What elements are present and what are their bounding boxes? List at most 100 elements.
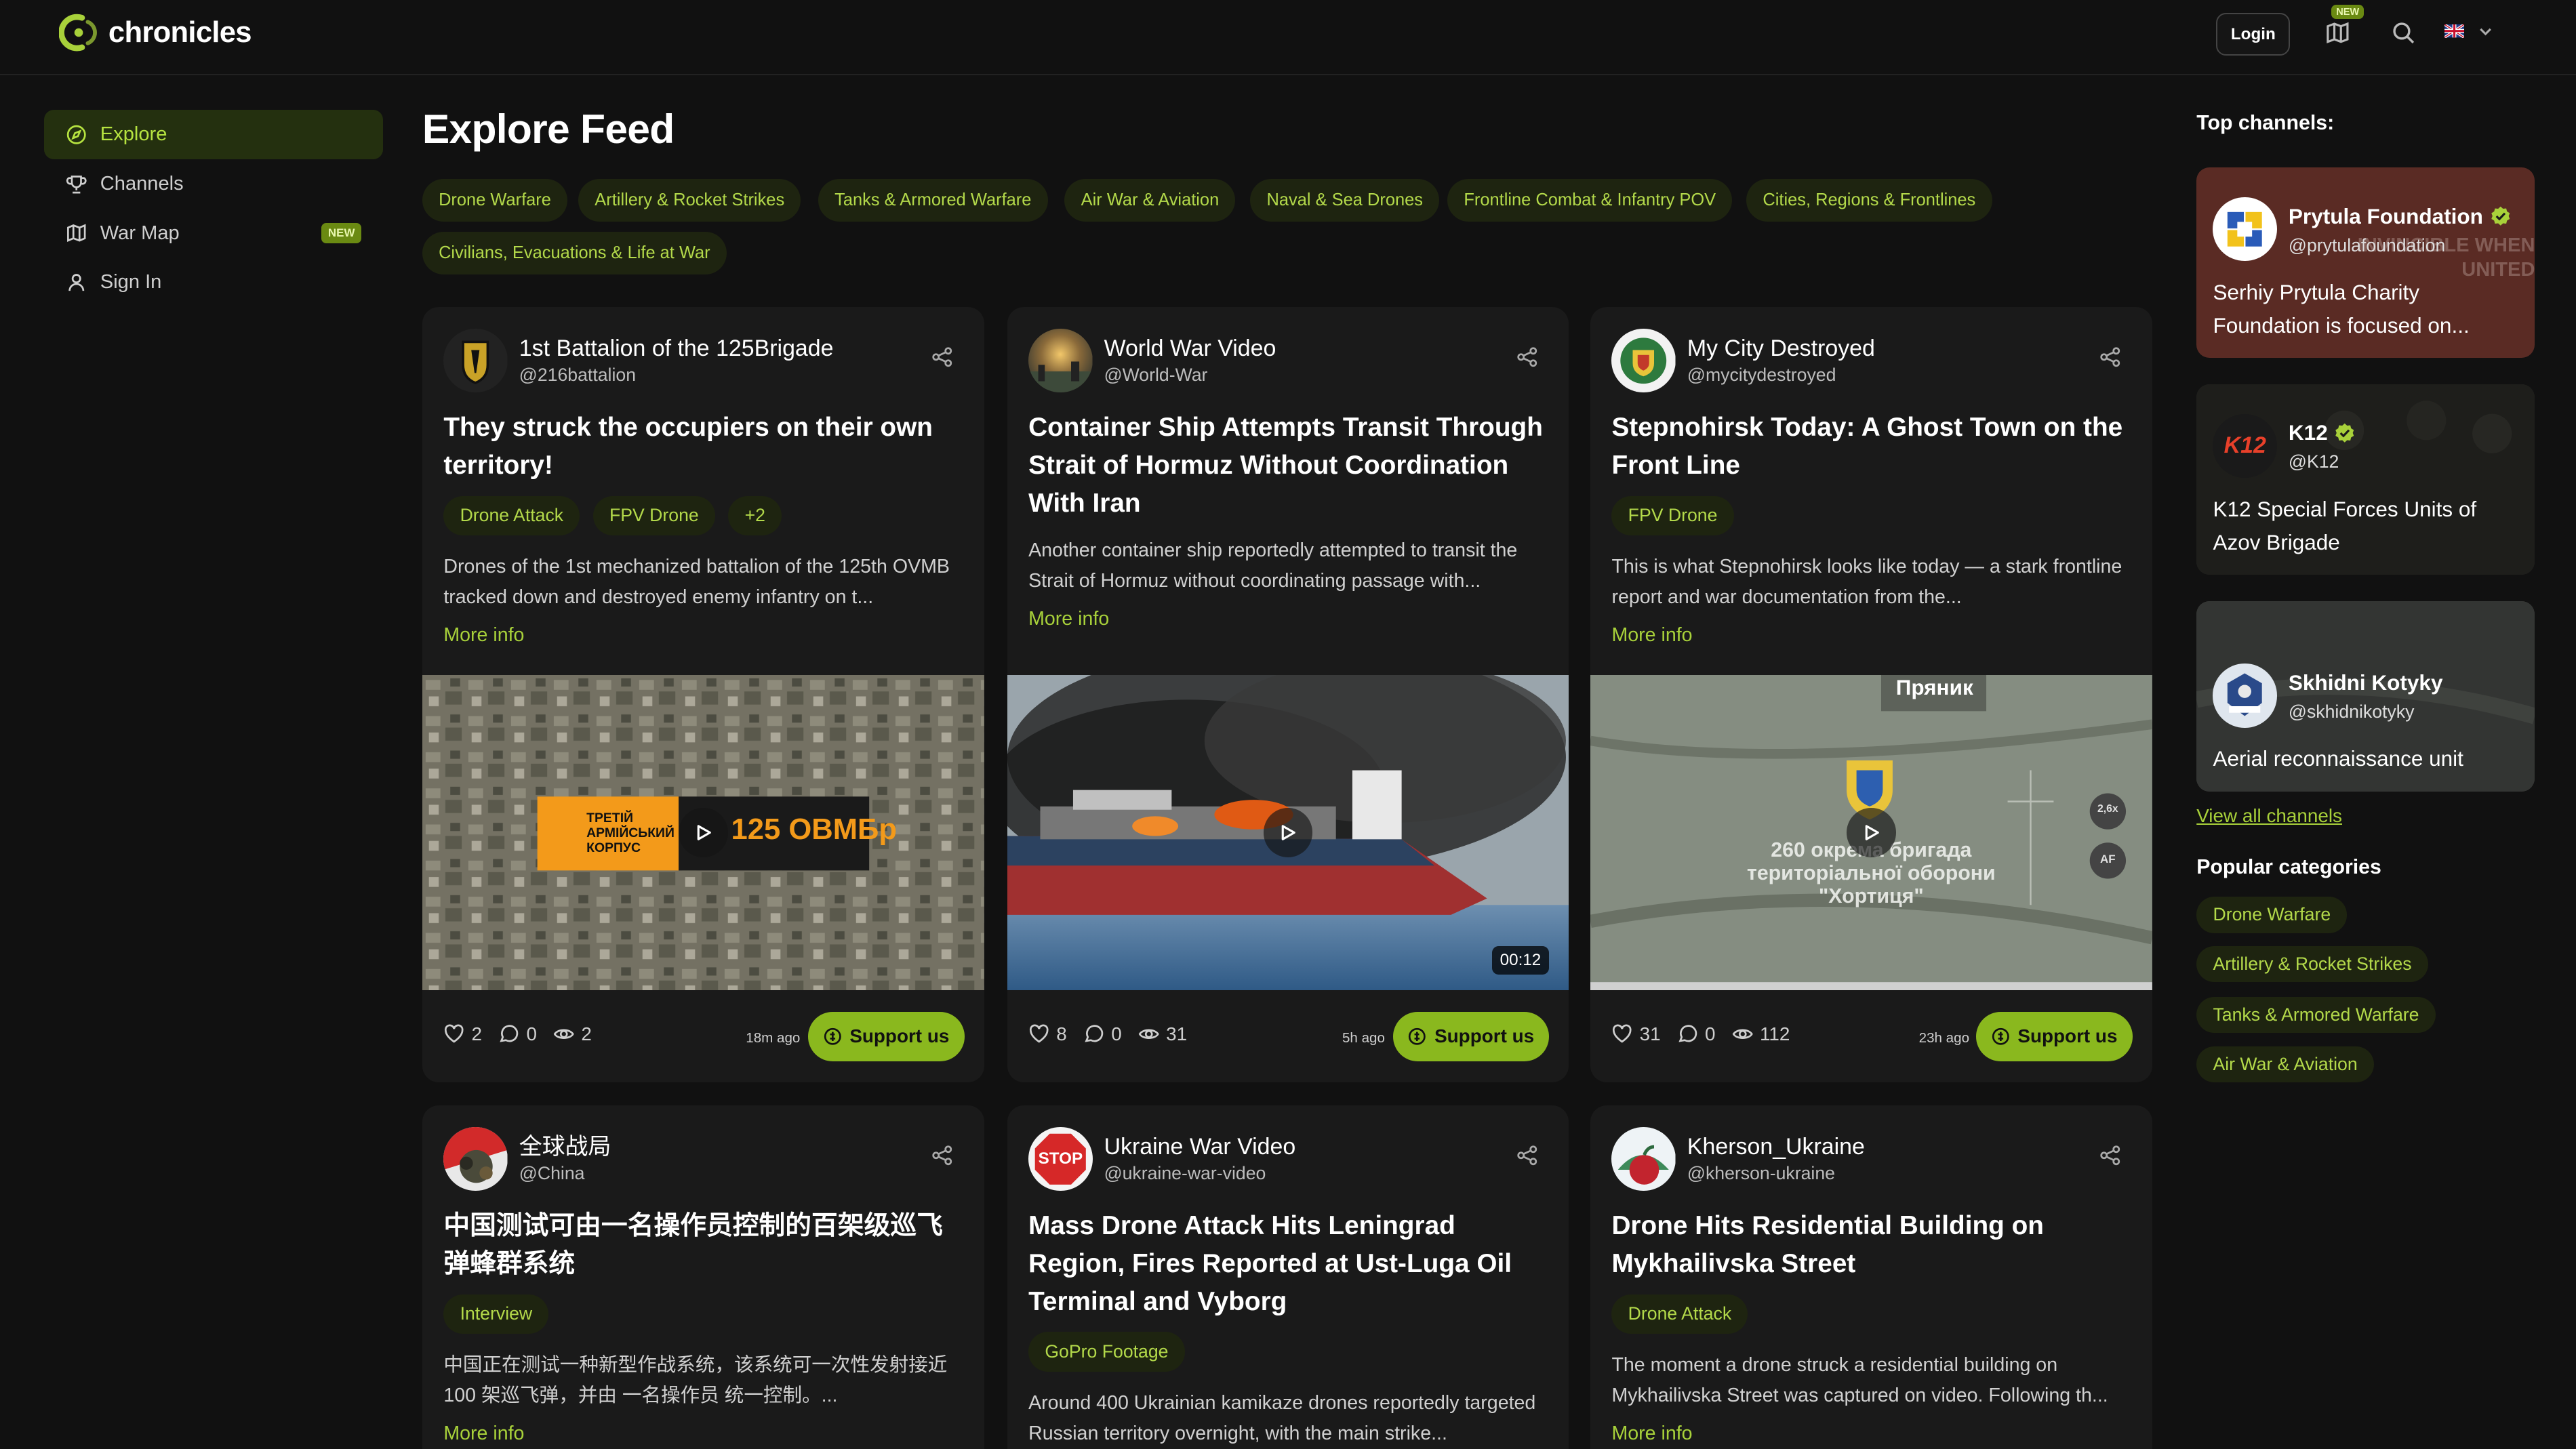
channel-avatar[interactable] [2213, 197, 2277, 262]
popular-category-chip[interactable]: Drone Warfare [2196, 897, 2348, 933]
sidebar-item-channels[interactable]: Channels [44, 159, 382, 209]
more-info-link[interactable]: More info [1611, 624, 1692, 647]
category-chip[interactable]: Civilians, Evacuations & Life at War [422, 231, 727, 274]
share-icon[interactable] [931, 346, 953, 368]
play-button[interactable] [1263, 808, 1313, 858]
top-channel-card[interactable]: Skhidni Kotyky @skhidnikotyky Aerial rec… [2196, 601, 2535, 792]
feed-card[interactable]: My City Destroyed @mycitydestroyed Stepn… [1590, 307, 2152, 1083]
card-channel[interactable]: 1st Battalion of the 125Brigade @216batt… [443, 328, 834, 393]
post-tag[interactable]: Interview [443, 1294, 549, 1334]
card-channel[interactable]: 全球战局 @China [443, 1126, 611, 1191]
feed-card[interactable]: Kherson_Ukraine @kherson-ukraine Drone H… [1590, 1105, 2152, 1449]
channel-name[interactable]: Prytula Foundation [2289, 204, 2511, 229]
feed-card[interactable]: STOP Ukraine War Video @ukraine-war-vide… [1007, 1105, 1569, 1449]
popular-category-chip[interactable]: Air War & Aviation [2196, 1046, 2374, 1083]
post-title[interactable]: 中国测试可由一名操作员控制的百架级巡飞弹蜂群系统 [443, 1207, 966, 1282]
channel-avatar[interactable] [1611, 1126, 1676, 1191]
share-icon[interactable] [2099, 1145, 2121, 1166]
share-icon[interactable] [1516, 1145, 1538, 1166]
post-tag[interactable]: FPV Drone [592, 495, 715, 536]
video-thumbnail[interactable]: 00:12 [1007, 675, 1569, 991]
channel-name[interactable]: K12 [2289, 420, 2356, 445]
channel-name[interactable]: 1st Battalion of the 125Brigade [519, 334, 834, 364]
category-chip[interactable]: Naval & Sea Drones [1250, 179, 1440, 222]
top-channel-card[interactable]: INVINCIBLE WHEN UNITED Prytula Foundatio… [2196, 167, 2535, 359]
category-chip[interactable]: Frontline Combat & Infantry POV [1447, 179, 1733, 222]
channel-handle: @China [519, 1162, 585, 1183]
card-channel[interactable]: STOP Ukraine War Video @ukraine-war-vide… [1028, 1126, 1296, 1191]
uk-flag-icon[interactable] [2444, 24, 2465, 38]
chronicles-logo-icon [59, 14, 98, 52]
channel-avatar[interactable] [443, 1126, 508, 1191]
channel-handle: @mycitydestroyed [1687, 364, 1836, 385]
channel-avatar[interactable]: STOP [1028, 1126, 1093, 1191]
comment-count[interactable]: 0 [498, 1023, 537, 1045]
feed-card[interactable]: 1st Battalion of the 125Brigade @216batt… [422, 307, 984, 1083]
login-button[interactable]: Login [2216, 13, 2291, 56]
play-button[interactable] [678, 808, 728, 858]
channel-name[interactable]: Skhidni Kotyky [2289, 670, 2443, 695]
post-tag[interactable]: Drone Attack [443, 495, 580, 536]
category-chip[interactable]: Drone Warfare [422, 179, 568, 222]
post-tag-more[interactable]: +2 [728, 495, 782, 536]
channel-description: Serhiy Prytula Charity Foundation is foc… [2213, 280, 2470, 338]
card-channel[interactable]: My City Destroyed @mycitydestroyed [1611, 328, 1875, 393]
post-tag[interactable]: GoPro Footage [1028, 1332, 1185, 1372]
sidebar-item-explore[interactable]: Explore [44, 110, 383, 160]
feed-card[interactable]: 全球战局 @China 中国测试可由一名操作员控制的百架级巡飞弹蜂群系统 Int… [422, 1105, 984, 1449]
play-button[interactable] [1847, 808, 1896, 858]
like-count[interactable]: 2 [443, 1023, 482, 1045]
video-thumbnail[interactable]: ТРЕТІЙ АРМІЙСЬКИЙ КОРПУС 125 ОВМБр [422, 675, 984, 991]
category-chip[interactable]: Artillery & Rocket Strikes [578, 179, 801, 222]
top-channel-card[interactable]: K12 K12 @K12 K12 Special Forces Units of… [2196, 384, 2535, 575]
post-title[interactable]: Mass Drone Attack Hits Leningrad Region,… [1028, 1207, 1551, 1320]
comment-count[interactable]: 0 [1677, 1023, 1716, 1045]
search-icon[interactable] [2390, 20, 2417, 46]
channel-avatar[interactable]: K12 [2213, 413, 2277, 478]
post-tag[interactable]: FPV Drone [1611, 495, 1734, 536]
category-chip[interactable]: Air War & Aviation [1064, 179, 1236, 222]
card-channel[interactable]: World War Video @World-War [1028, 328, 1276, 393]
comment-count[interactable]: 0 [1083, 1023, 1122, 1045]
channel-name[interactable]: 全球战局 [519, 1132, 611, 1162]
category-chip[interactable]: Cities, Regions & Frontlines [1746, 179, 1992, 222]
video-thumbnail[interactable]: Пряник 260 окрема бригада територіальної… [1590, 675, 2152, 991]
channel-name[interactable]: My City Destroyed [1687, 334, 1875, 364]
post-title[interactable]: They struck the occupiers on their own t… [443, 409, 966, 484]
brand-name: chronicles [108, 16, 252, 49]
channel-avatar[interactable] [2213, 664, 2277, 728]
channel-avatar[interactable] [1611, 328, 1676, 393]
category-chip[interactable]: Tanks & Armored Warfare [818, 179, 1048, 222]
more-info-link[interactable]: More info [443, 624, 524, 647]
more-info-link[interactable]: More info [1028, 608, 1109, 630]
share-icon[interactable] [2099, 346, 2121, 368]
brand-logo[interactable]: chronicles [59, 13, 252, 52]
support-button[interactable]: Support us [808, 1011, 965, 1061]
popular-category-chip[interactable]: Artillery & Rocket Strikes [2196, 945, 2428, 983]
like-count[interactable]: 31 [1611, 1023, 1661, 1045]
support-button[interactable]: Support us [1976, 1011, 2133, 1061]
post-tag[interactable]: Drone Attack [1611, 1294, 1748, 1334]
like-count[interactable]: 8 [1028, 1023, 1067, 1045]
post-title[interactable]: Stepnohirsk Today: A Ghost Town on the F… [1611, 409, 2134, 484]
card-channel[interactable]: Kherson_Ukraine @kherson-ukraine [1611, 1126, 1865, 1191]
map-icon[interactable] [2325, 20, 2351, 46]
share-icon[interactable] [931, 1145, 953, 1166]
sidebar-item-war-map[interactable]: War Map NEW [44, 209, 382, 258]
share-icon[interactable] [1516, 346, 1538, 368]
channel-name[interactable]: World War Video [1104, 334, 1276, 364]
post-title[interactable]: Drone Hits Residential Building on Mykha… [1611, 1207, 2134, 1282]
channel-avatar[interactable] [1028, 328, 1093, 393]
feed-card[interactable]: World War Video @World-War Container Shi… [1007, 307, 1569, 1083]
post-title[interactable]: Container Ship Attempts Transit Through … [1028, 409, 1551, 522]
view-all-channels-link[interactable]: View all channels [2196, 805, 2342, 827]
popular-category-chip[interactable]: Tanks & Armored Warfare [2196, 997, 2436, 1034]
more-info-link[interactable]: More info [1611, 1423, 1692, 1445]
support-button[interactable]: Support us [1393, 1011, 1550, 1061]
sidebar-item-sign-in[interactable]: Sign In [44, 258, 382, 307]
more-info-link[interactable]: More info [443, 1423, 524, 1445]
chevron-down-icon[interactable] [2476, 22, 2495, 41]
channel-name[interactable]: Kherson_Ukraine [1687, 1132, 1865, 1162]
channel-name[interactable]: Ukraine War Video [1104, 1132, 1296, 1162]
channel-avatar[interactable] [443, 328, 508, 393]
